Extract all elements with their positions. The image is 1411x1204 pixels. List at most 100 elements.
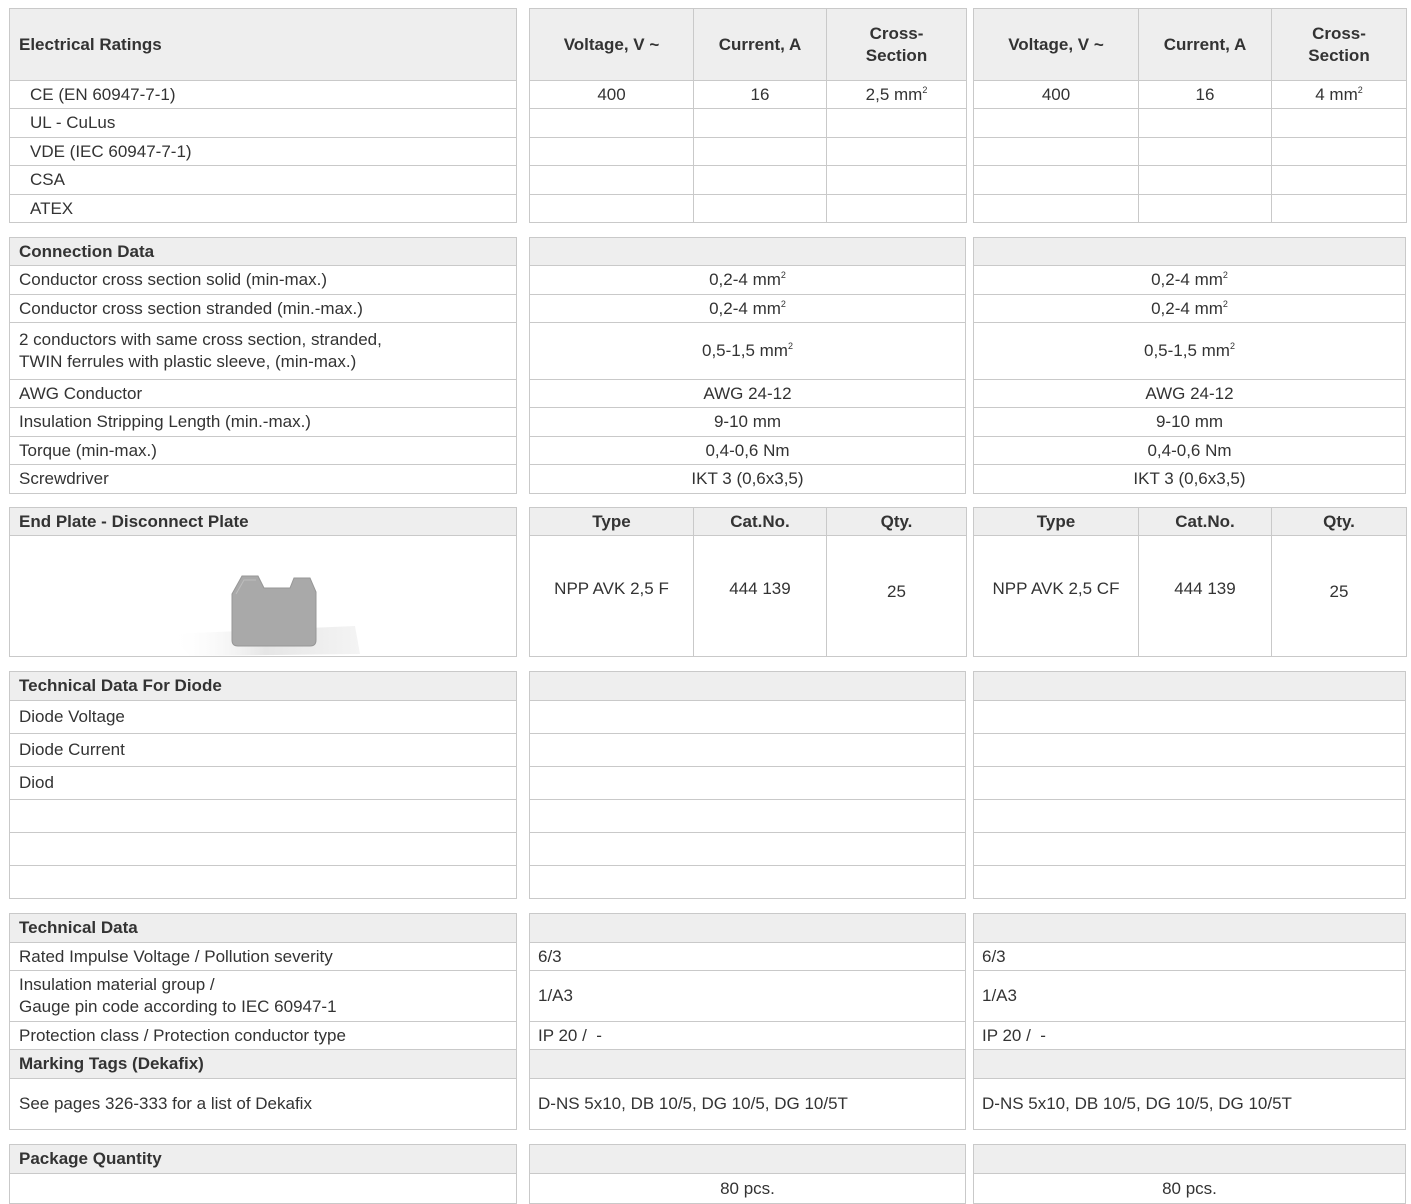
conn-screwdriver-value: IKT 3 (0,6x3,5) bbox=[529, 464, 966, 494]
diode-table-b bbox=[973, 671, 1406, 899]
cross-line-1: Cross- bbox=[869, 23, 924, 43]
conn-label-twin: 2 conductors with same cross section, st… bbox=[9, 322, 517, 380]
diode-header-blank bbox=[973, 671, 1406, 701]
col-voltage-header: Voltage, V ~ bbox=[529, 8, 694, 81]
ce-voltage: 400 bbox=[973, 80, 1139, 109]
connection-data-title: Connection Data bbox=[9, 237, 517, 266]
conn-label-solid: Conductor cross section solid (min-max.) bbox=[9, 265, 517, 295]
connection-header-blank bbox=[973, 237, 1406, 266]
tech-label-impulse: Rated Impulse Voltage / Pollution severi… bbox=[9, 942, 517, 971]
plate-cat-no: 444 139 bbox=[1138, 535, 1272, 657]
end-plate-image-cell bbox=[9, 535, 517, 657]
diode-value bbox=[529, 799, 966, 833]
cross-line-2: Section bbox=[865, 45, 928, 65]
diode-label-voltage: Diode Voltage bbox=[9, 700, 517, 734]
conn-label-torque: Torque (min-max.) bbox=[9, 436, 517, 465]
conn-torque-value: 0,4-0,6 Nm bbox=[973, 436, 1406, 465]
plate-qty: 25 bbox=[826, 535, 967, 657]
conn-twin-value: 0,5-1,5 mm2 bbox=[973, 322, 1406, 380]
tech-label-insulation: Insulation material group / Gauge pin cod… bbox=[9, 970, 517, 1022]
tech-header-blank bbox=[973, 913, 1406, 943]
tech-protection-value: IP 20 / - bbox=[529, 1021, 966, 1050]
ce-cross-section: 2,5 mm2 bbox=[826, 80, 967, 109]
conn-label-screwdriver: Screwdriver bbox=[9, 464, 517, 494]
package-label-blank bbox=[9, 1173, 517, 1204]
tech-impulse-value: 6/3 bbox=[973, 942, 1406, 971]
conn-torque-value: 0,4-0,6 Nm bbox=[529, 436, 966, 465]
tech-header-blank bbox=[529, 913, 966, 943]
empty-cell bbox=[529, 108, 694, 138]
conn-label-stripping: Insulation Stripping Length (min.-max.) bbox=[9, 407, 517, 437]
rating-label-vde: VDE (IEC 60947-7-1) bbox=[9, 137, 517, 166]
tech-label-protection: Protection class / Protection conductor … bbox=[9, 1021, 517, 1050]
connection-data-table-b: 0,2-4 mm2 0,2-4 mm2 0,5-1,5 mm2 AWG 24-1… bbox=[973, 237, 1406, 494]
connection-header-blank bbox=[529, 237, 966, 266]
col-cat-header: Cat.No. bbox=[1138, 507, 1272, 536]
diode-value bbox=[973, 832, 1406, 866]
diode-label-current: Diode Current bbox=[9, 733, 517, 767]
empty-cell bbox=[529, 194, 694, 223]
col-cross-section-header: Cross- Section bbox=[826, 8, 967, 81]
col-current-header: Current, A bbox=[693, 8, 827, 81]
col-qty-header: Qty. bbox=[1271, 507, 1407, 536]
conn-stripping-value: 9-10 mm bbox=[973, 407, 1406, 437]
diode-label-empty bbox=[9, 865, 517, 899]
diode-label-diod: Diod bbox=[9, 766, 517, 800]
conn-stripping-value: 9-10 mm bbox=[529, 407, 966, 437]
tech-protection-value: IP 20 / - bbox=[973, 1021, 1406, 1050]
conn-stranded-value: 0,2-4 mm2 bbox=[529, 294, 966, 323]
empty-cell bbox=[973, 194, 1139, 223]
diode-value bbox=[973, 865, 1406, 899]
col-current-header: Current, A bbox=[1138, 8, 1272, 81]
plate-type: NPP AVK 2,5 F bbox=[529, 535, 694, 657]
diode-value bbox=[973, 733, 1406, 767]
diode-value bbox=[973, 799, 1406, 833]
empty-cell bbox=[529, 137, 694, 166]
ce-cross-section: 4 mm2 bbox=[1271, 80, 1407, 109]
tech-insulation-value: 1/A3 bbox=[973, 970, 1406, 1022]
conn-twin-value: 0,5-1,5 mm2 bbox=[529, 322, 966, 380]
connection-data-table-a: 0,2-4 mm2 0,2-4 mm2 0,5-1,5 mm2 AWG 24-1… bbox=[529, 237, 966, 494]
rating-label-ce: CE (EN 60947-7-1) bbox=[9, 80, 517, 109]
end-plate-image bbox=[170, 575, 360, 656]
diode-value bbox=[529, 832, 966, 866]
electrical-ratings-table-b: Voltage, V ~ Current, A Cross- Section 40… bbox=[973, 8, 1407, 223]
diode-value bbox=[529, 700, 966, 734]
diode-value bbox=[973, 700, 1406, 734]
diode-label-table: Technical Data For Diode Diode Voltage D… bbox=[9, 671, 517, 899]
rating-label-atex: ATEX bbox=[9, 194, 517, 223]
conn-label-stranded: Conductor cross section stranded (min.-m… bbox=[9, 294, 517, 323]
tech-insulation-value: 1/A3 bbox=[529, 970, 966, 1022]
package-header-blank bbox=[973, 1144, 1406, 1174]
marking-header-blank bbox=[529, 1049, 966, 1079]
col-cross-section-header: Cross- Section bbox=[1271, 8, 1407, 81]
cross-line-1: Cross- bbox=[1312, 23, 1366, 43]
diode-value bbox=[973, 766, 1406, 800]
diode-header-blank bbox=[529, 671, 966, 701]
marking-tags-value: D-NS 5x10, DB 10/5, DG 10/5, DG 10/5T bbox=[973, 1078, 1406, 1130]
conn-awg-value: AWG 24-12 bbox=[529, 379, 966, 408]
package-table-a: 80 pcs. bbox=[529, 1144, 966, 1204]
conn-screwdriver-value: IKT 3 (0,6x3,5) bbox=[973, 464, 1406, 494]
plate-qty: 25 bbox=[1271, 535, 1407, 657]
empty-cell bbox=[973, 137, 1139, 166]
end-plate-table-b: Type Cat.No. Qty. NPP AVK 2,5 CF 444 139… bbox=[973, 507, 1407, 657]
col-type-header: Type bbox=[529, 507, 694, 536]
cross-line-2: Section bbox=[1308, 45, 1370, 65]
plate-cat-no: 444 139 bbox=[693, 535, 827, 657]
ce-voltage: 400 bbox=[529, 80, 694, 109]
end-plate-label-table: End Plate - Disconnect Plate bbox=[9, 507, 517, 657]
package-quantity-value: 80 pcs. bbox=[529, 1173, 966, 1204]
end-plate-table-a: Type Cat.No. Qty. NPP AVK 2,5 F 444 139 … bbox=[529, 507, 967, 657]
conn-solid-value: 0,2-4 mm2 bbox=[529, 265, 966, 295]
plate-type: NPP AVK 2,5 CF bbox=[973, 535, 1139, 657]
technical-data-table-a: 6/3 1/A3 IP 20 / - D-NS 5x10, DB 10/5, D… bbox=[529, 913, 966, 1130]
tech-impulse-value: 6/3 bbox=[529, 942, 966, 971]
empty-cell bbox=[973, 108, 1139, 138]
marking-tags-title: Marking Tags (Dekafix) bbox=[9, 1049, 517, 1079]
col-voltage-header: Voltage, V ~ bbox=[973, 8, 1139, 81]
ce-current: 16 bbox=[1138, 80, 1272, 109]
technical-data-table-b: 6/3 1/A3 IP 20 / - D-NS 5x10, DB 10/5, D… bbox=[973, 913, 1406, 1130]
diode-table-a bbox=[529, 671, 966, 899]
package-header-blank bbox=[529, 1144, 966, 1174]
